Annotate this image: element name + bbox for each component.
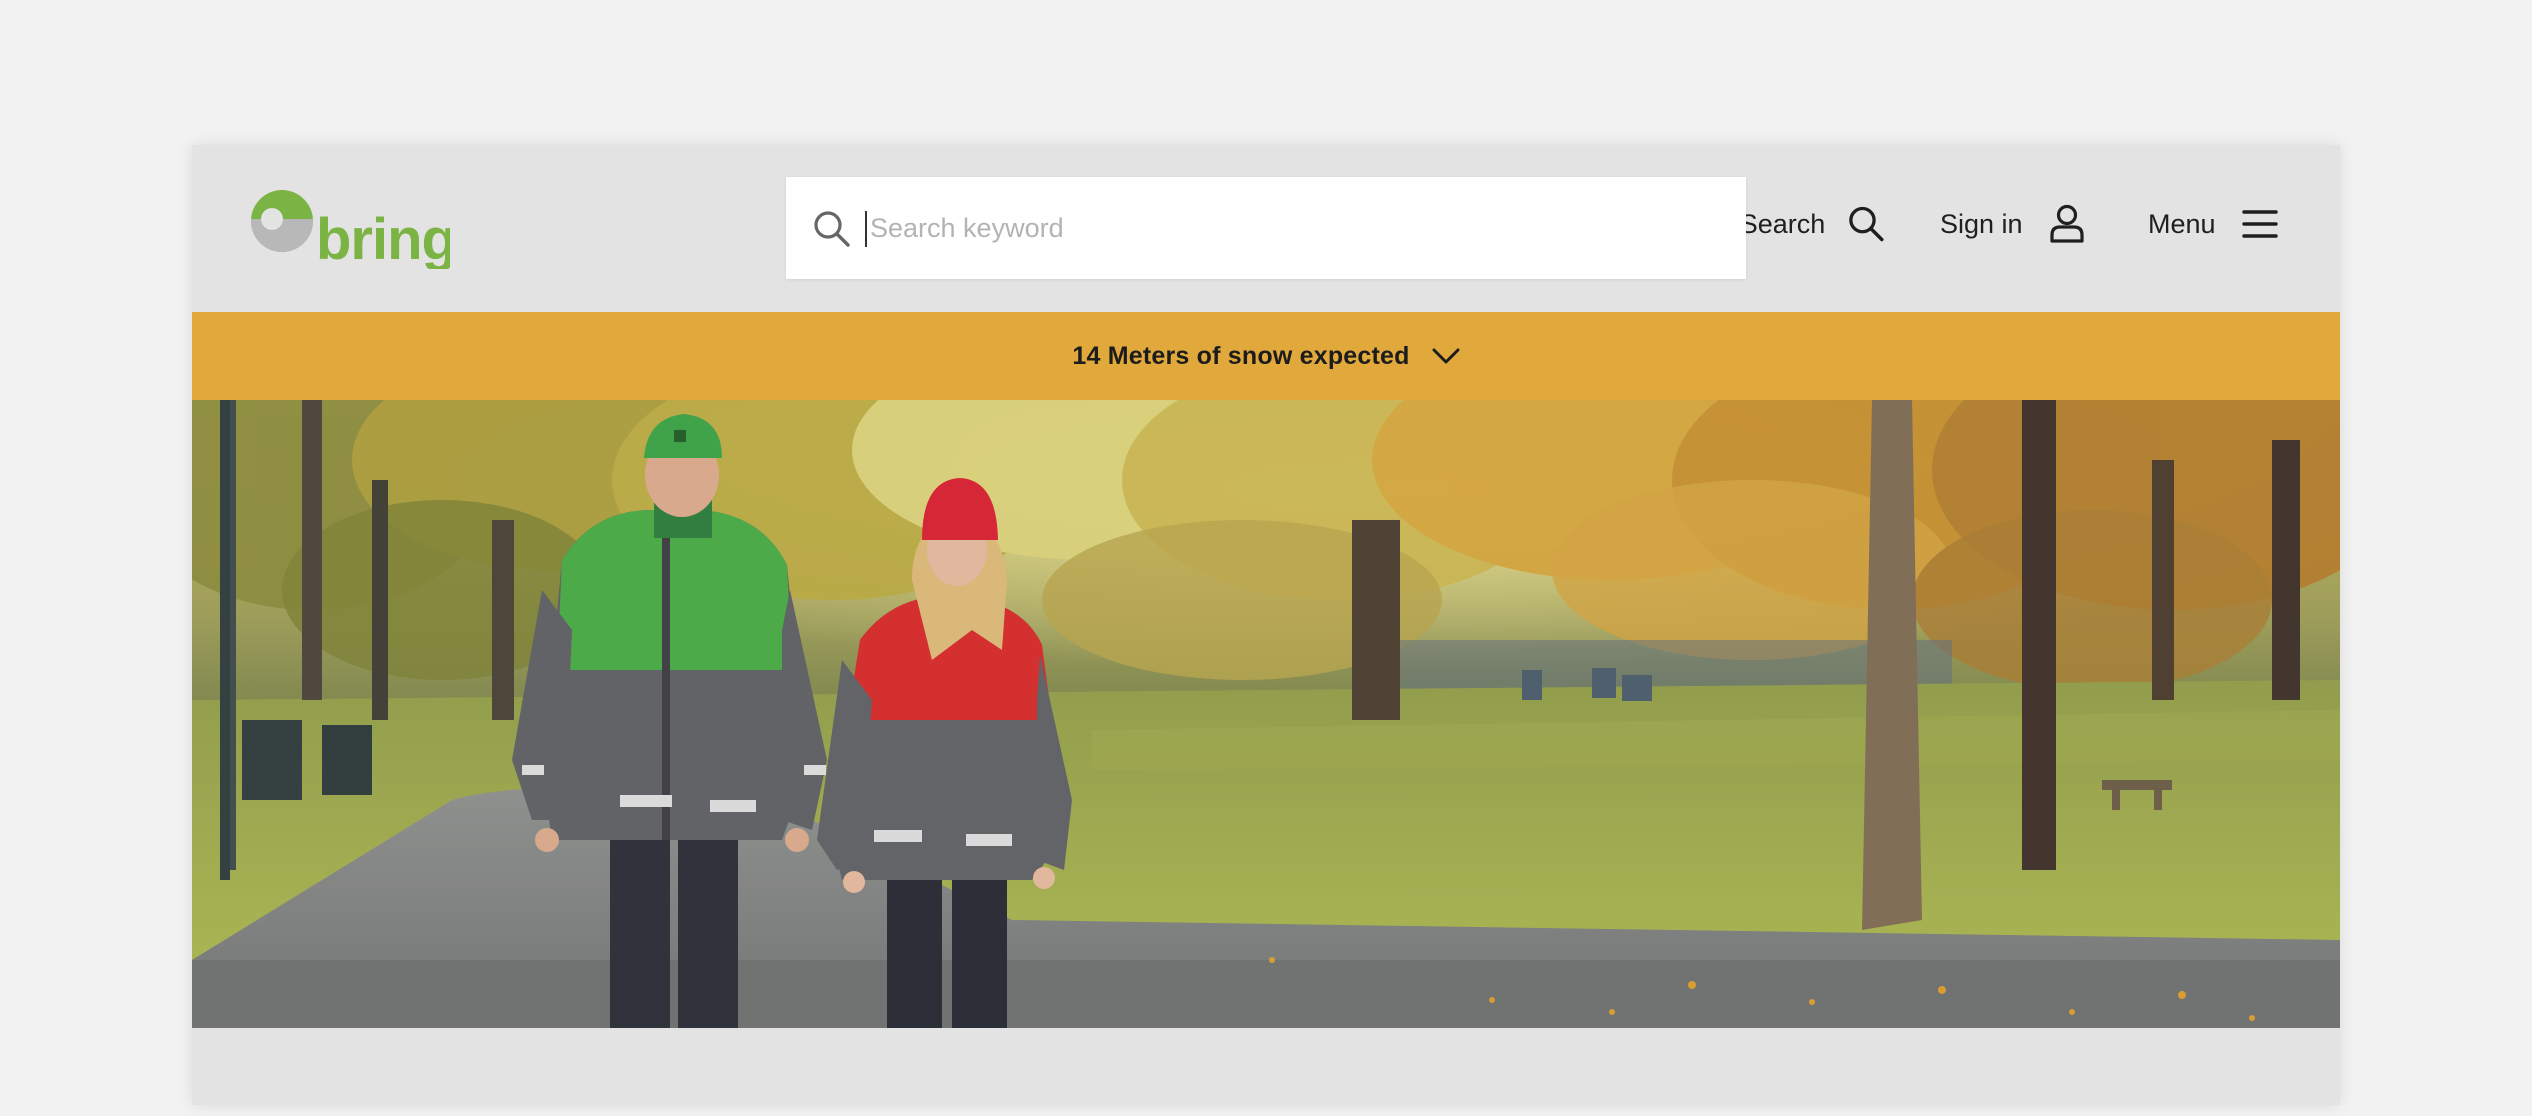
search-nav-button[interactable]: Search (1746, 189, 1886, 259)
hamburger-icon (2241, 210, 2278, 238)
user-icon (2049, 204, 2084, 243)
text-caret (865, 211, 867, 247)
sign-in-label: Sign in (1940, 208, 2023, 239)
search-icon (1849, 206, 1884, 242)
search-input[interactable] (870, 201, 1710, 255)
site-container: bring Search Sign in (192, 145, 2340, 1105)
sign-in-button[interactable]: Sign in (1940, 189, 2085, 259)
menu-button[interactable]: Menu (2148, 189, 2278, 259)
chevron-down-icon (1432, 348, 1460, 364)
alert-text: 14 Meters of snow expected (1072, 341, 1410, 370)
park-scene-illustration (192, 400, 2340, 1028)
menu-label: Menu (2148, 208, 2216, 239)
bring-logo[interactable]: bring (250, 189, 457, 272)
search-box[interactable] (786, 177, 1746, 279)
bring-logo-wordmark: bring (316, 207, 450, 269)
content-placeholder (192, 1028, 2340, 1105)
hero-image (192, 400, 2340, 1028)
site-header: bring Search Sign in (192, 145, 2340, 312)
search-nav-label: Search (1746, 208, 1826, 239)
alert-banner[interactable]: 14 Meters of snow expected (192, 312, 2340, 400)
search-icon (814, 211, 850, 247)
bring-logo-mark: bring (251, 190, 457, 272)
